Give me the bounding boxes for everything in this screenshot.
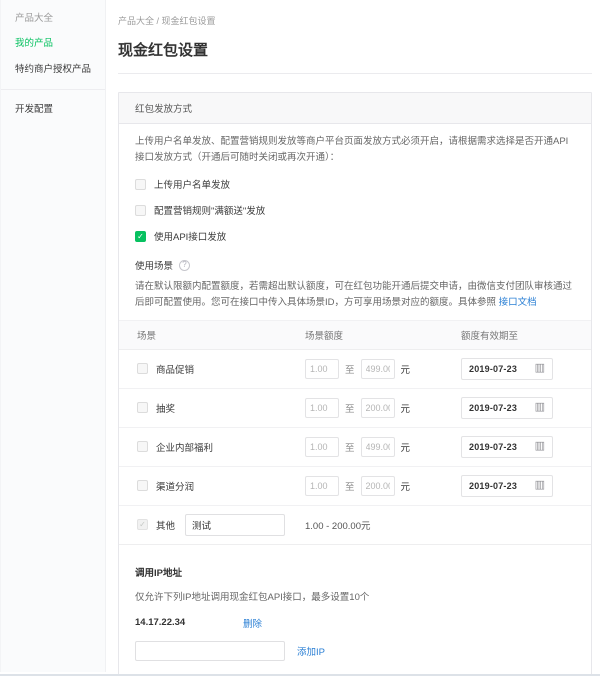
to-label: 至	[345, 442, 355, 454]
checkbox-label: 配置营销规则"满额送"发放	[154, 206, 266, 218]
info-icon[interactable]: ?	[179, 259, 191, 271]
breadcrumb[interactable]: 产品大全 / 现金红包设置	[118, 14, 592, 27]
max-amount-input[interactable]	[360, 397, 395, 418]
scene-section-header: 使用场景 ?	[135, 258, 575, 272]
to-label: 至	[345, 481, 355, 493]
main-content: 产品大全 / 现金红包设置 现金红包设置 红包发放方式 上传用户名单发放、配置营…	[106, 0, 600, 674]
checkbox-scene-promo[interactable]	[137, 363, 148, 375]
sidebar-item-authorized-products[interactable]: 特约商户授权产品	[1, 57, 105, 82]
scene-table-header: 场景 场景额度 额度有效期至	[119, 319, 591, 350]
calendar-icon[interactable]: ▥	[535, 441, 545, 452]
checkbox-scene-welfare[interactable]	[137, 441, 148, 453]
checkbox-scene-lottery[interactable]	[137, 402, 148, 414]
date-value: 2019-07-23	[469, 441, 518, 452]
calendar-icon[interactable]: ▥	[535, 363, 545, 374]
ip-section-title: 调用IP地址	[135, 567, 182, 579]
table-row: 渠道分润 至 元 2019-07-23 ▥	[119, 465, 591, 505]
scene-name: 渠道分润	[156, 481, 195, 493]
ip-address-value: 14.17.22.34	[135, 617, 186, 629]
add-ip-link[interactable]: 添加IP	[297, 644, 325, 658]
scene-name: 其他	[156, 520, 176, 532]
ip-entry-row: 14.17.22.34 删除	[135, 616, 575, 630]
date-picker[interactable]: 2019-07-23 ▥	[461, 474, 553, 497]
scene-label: 使用场景	[135, 261, 174, 273]
unit-label: 元	[400, 403, 411, 415]
min-amount-input[interactable]	[305, 358, 339, 379]
unit-label: 元	[400, 364, 411, 376]
new-ip-input[interactable]	[135, 640, 285, 661]
date-picker[interactable]: 2019-07-23 ▥	[461, 435, 553, 458]
table-row: 抽奖 至 元 2019-07-23 ▥	[119, 387, 591, 427]
scene-name: 商品促销	[156, 364, 195, 376]
sidebar-divider	[1, 89, 105, 91]
checkbox-api[interactable]: ✓	[135, 230, 146, 242]
date-value: 2019-07-23	[469, 363, 518, 374]
checkbox-scene-other[interactable]: ✓	[137, 519, 148, 531]
header-scene: 场景	[137, 330, 157, 342]
delete-ip-link[interactable]: 删除	[243, 616, 262, 630]
page-title: 现金红包设置	[118, 42, 209, 59]
checkbox-label: 使用API接口发放	[154, 232, 227, 244]
max-amount-input[interactable]	[360, 475, 395, 496]
other-scene-input[interactable]	[185, 513, 286, 536]
other-range-text: 1.00 - 200.00元	[305, 520, 371, 532]
ip-add-row: 添加IP	[135, 640, 575, 661]
method-marketing-rule[interactable]: 配置营销规则"满额送"发放	[135, 203, 575, 217]
redpacket-method-panel: 红包发放方式 上传用户名单发放、配置营销规则发放等商户平台页面发放方式必须开启，…	[118, 92, 592, 674]
date-value: 2019-07-23	[469, 402, 518, 413]
sidebar-item-my-products[interactable]: 我的产品	[1, 31, 105, 56]
date-picker[interactable]: 2019-07-23 ▥	[461, 357, 553, 380]
scene-name: 抽奖	[156, 403, 176, 415]
date-value: 2019-07-23	[469, 480, 518, 491]
date-picker[interactable]: 2019-07-23 ▥	[461, 396, 553, 419]
sidebar: 产品大全 我的产品 特约商户授权产品 开发配置	[0, 0, 106, 672]
sidebar-item-product-catalog[interactable]: 产品大全	[1, 6, 105, 31]
ip-section-description: 仅允许下列IP地址调用现金红包API接口，最多设置10个	[135, 591, 370, 603]
method-api[interactable]: ✓ 使用API接口发放	[135, 229, 575, 243]
checkbox-upload-list[interactable]	[135, 178, 146, 190]
header-quota: 场景额度	[305, 330, 344, 342]
checkbox-scene-channel[interactable]	[137, 480, 148, 492]
min-amount-input[interactable]	[305, 397, 339, 418]
checkbox-marketing-rule[interactable]	[135, 204, 146, 216]
unit-label: 元	[400, 442, 411, 454]
cash-redpacket-settings-page: 产品大全 我的产品 特约商户授权产品 开发配置 产品大全 / 现金红包设置 现金…	[0, 0, 600, 676]
calendar-icon[interactable]: ▥	[535, 480, 545, 491]
panel-body: 上传用户名单发放、配置营销规则发放等商户平台页面发放方式必须开启，请根据需求选择…	[119, 124, 591, 674]
unit-label: 元	[400, 481, 411, 493]
scene-table: 场景 场景额度 额度有效期至 商品促销 至 元	[119, 319, 591, 545]
max-amount-input[interactable]	[360, 358, 395, 379]
to-label: 至	[345, 364, 355, 376]
table-row: 商品促销 至 元 2019-07-23 ▥	[119, 350, 591, 388]
checkbox-label: 上传用户名单发放	[154, 180, 231, 192]
scene-description: 请在默认限额内配置额度，若需超出默认额度，可在红包功能开通后提交申请，由微信支付…	[135, 279, 575, 310]
min-amount-input[interactable]	[305, 475, 339, 496]
scene-name: 企业内部福利	[156, 442, 214, 454]
method-upload-list[interactable]: 上传用户名单发放	[135, 177, 575, 191]
max-amount-input[interactable]	[360, 436, 395, 457]
table-row: 企业内部福利 至 元 2019-07-23 ▥	[119, 426, 591, 466]
min-amount-input[interactable]	[305, 436, 339, 457]
header-valid-until: 额度有效期至	[461, 330, 519, 342]
panel-header: 红包发放方式	[119, 93, 591, 124]
table-row-other: ✓ 其他 1.00 - 200.00元	[119, 504, 591, 544]
api-doc-link[interactable]: 接口文档	[499, 297, 537, 308]
to-label: 至	[345, 403, 355, 415]
title-divider	[118, 73, 592, 74]
method-intro-text: 上传用户名单发放、配置营销规则发放等商户平台页面发放方式必须开启，请根据需求选择…	[135, 136, 569, 163]
calendar-icon[interactable]: ▥	[535, 402, 545, 413]
sidebar-item-dev-config[interactable]: 开发配置	[1, 97, 105, 122]
